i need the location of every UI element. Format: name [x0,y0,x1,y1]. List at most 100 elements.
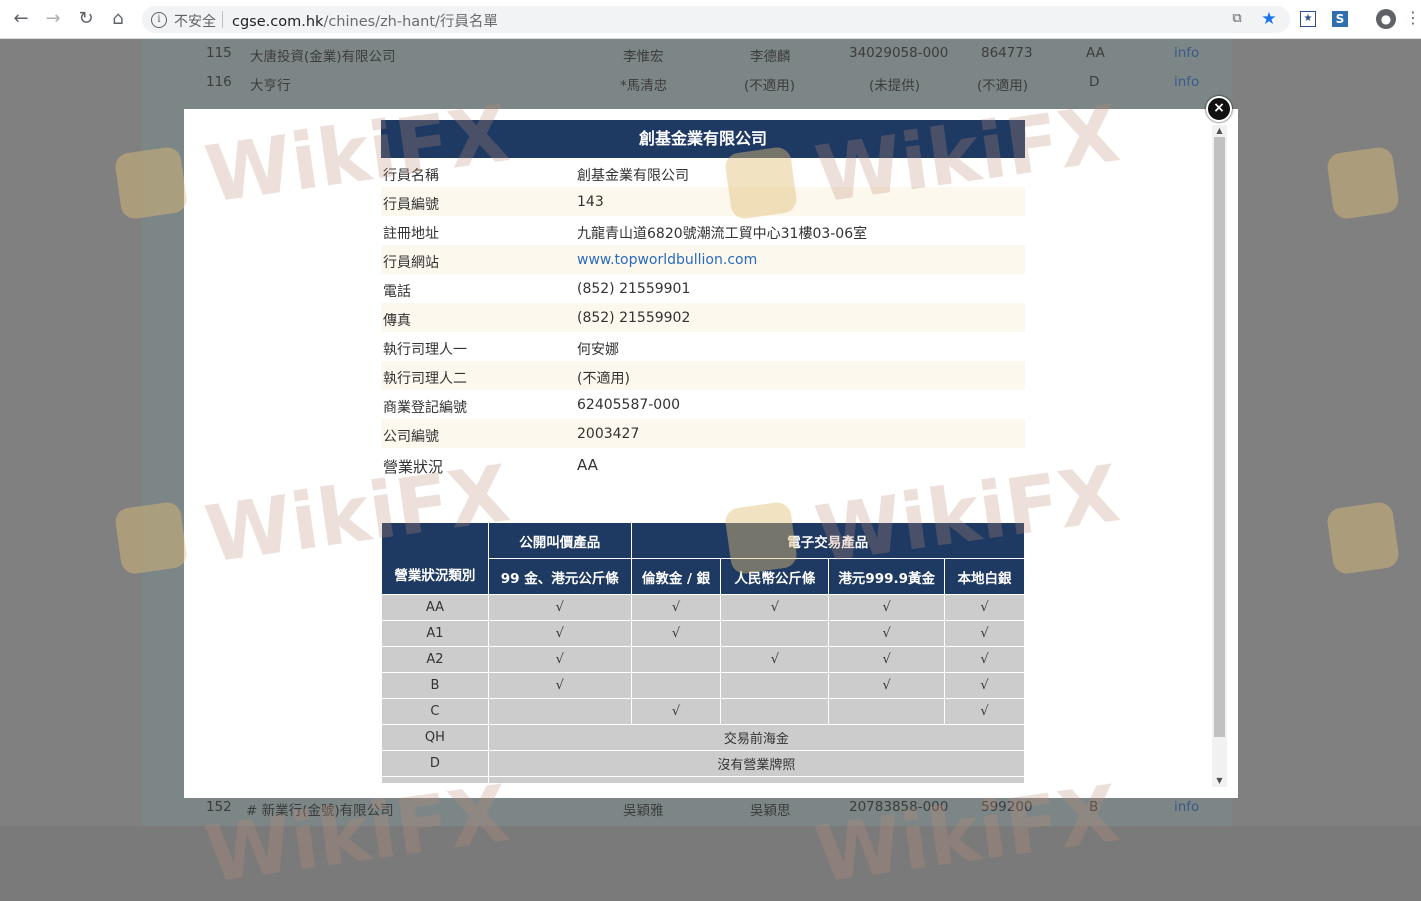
member-name: 大亨行 [250,78,291,94]
info-row: 電話 (852) 21559901 [381,274,1025,303]
table-row: 115 大唐投資(金業)有限公司 李惟宏 李德麟 34029058-000 86… [194,39,1230,67]
info-label: 行員網站 [383,255,439,271]
address-separator [222,11,223,28]
table-row: AA √ √ √ √ √ [381,594,1025,621]
info-link[interactable]: info [1174,799,1199,815]
span-description-cell: 沒有營業牌照 [487,750,1026,777]
info-link[interactable]: info [1174,45,1199,61]
company-no: (不適用) [977,78,1029,94]
info-row: 行員編號 143 [381,187,1025,216]
info-link[interactable]: info [1174,74,1199,90]
scrollbar-thumb[interactable] [1214,137,1225,737]
menu-dots-icon[interactable]: ⋮ [1404,9,1421,27]
extension-s-icon[interactable]: S [1332,11,1348,27]
table-row: B √ √ √ [381,672,1025,699]
address-bar[interactable]: i 不安全 cgse.com.hk/chines/zh-hant/行員名單 ⧉ … [142,6,1290,33]
header-col-rmb-kilo: 人民幣公斤條 [720,558,830,595]
permission-cell [487,698,632,725]
permission-cell [720,698,830,725]
permission-cell [720,620,830,647]
permission-cell: √ [944,620,1025,647]
security-label: 不安全 [174,14,216,30]
category-cell: A2 [381,646,489,673]
member-name: # 新業行(金號)有限公司 [246,803,394,819]
back-icon[interactable]: ← [10,8,32,30]
status: AA [1086,45,1105,61]
scroll-up-arrow-icon[interactable]: ▲ [1212,125,1227,137]
info-label: 執行司理人一 [383,342,467,358]
permission-cell: √ [630,620,722,647]
table-row: 116 大亨行 *馬清忠 (不適用) (未提供) (不適用) D info [194,68,1230,96]
permission-cell: √ [828,620,946,647]
permission-cell [630,646,722,673]
url-domain: cgse.com.hk [232,14,324,30]
info-value: 143 [577,194,604,210]
registration-no: 20783858-000 [849,799,949,815]
info-row: 商業登記編號 62405587-000 [381,390,1025,419]
permission-cell: √ [630,594,722,621]
permission-cell [828,698,946,725]
permission-cell: √ [828,646,946,673]
category-cell: A1 [381,620,489,647]
info-value: 創基金業有限公司 [577,168,689,184]
permission-cell: √ [487,672,632,699]
info-label: 電話 [383,284,411,300]
profile-avatar-icon[interactable]: ● [1376,9,1396,29]
registration-no: (未提供) [869,78,921,94]
permission-cell: √ [944,594,1025,621]
manager-one: 吳穎雅 [623,803,664,819]
extension-star-icon[interactable]: ★ [1300,11,1316,27]
row-number: 115 [206,45,232,61]
member-name: 大唐投資(金業)有限公司 [250,49,396,65]
manager-two: 吳穎思 [750,803,791,819]
permission-cell: √ [944,698,1025,725]
header-col-99-gold: 99 金、港元公斤條 [487,558,632,595]
header-col-local-silver: 本地白銀 [944,558,1025,595]
span-description-cell [487,776,1026,784]
info-row: 公司編號 2003427 [381,419,1025,448]
business-status-table: 營業狀況類別 公開叫價產品 電子交易產品 99 金、港元公斤條 倫敦金 / 銀 … [381,522,1026,784]
info-value: 62405587-000 [577,397,681,413]
site-info-icon[interactable]: i [151,12,167,28]
info-value: (852) 21559901 [577,281,691,297]
permission-cell: √ [630,698,722,725]
modal-title: 創基金業有限公司 [381,120,1025,158]
category-cell: QH [381,724,489,751]
manager-one: 李惟宏 [623,49,664,65]
header-category: 營業狀況類別 [381,522,489,595]
permission-cell [720,672,830,699]
info-value: AA [577,456,598,474]
info-label: 行員編號 [383,197,439,213]
table-row: A1 √ √ √ √ [381,620,1025,647]
forward-icon[interactable]: → [42,8,64,30]
permission-cell: √ [487,646,632,673]
table-row: QH 交易前海金 [381,724,1026,751]
row-number: 152 [206,799,232,815]
table-row: C √ √ [381,698,1025,725]
category-cell: C [381,698,489,725]
close-icon[interactable]: × [1206,96,1232,122]
info-row: 執行司理人一 何安娜 [381,332,1025,361]
url-path: /chines/zh-hant/行員名單 [323,14,498,30]
permission-cell: √ [828,594,946,621]
table-row: D 沒有營業牌照 [381,750,1026,777]
translate-icon[interactable]: ⧉ [1228,10,1246,28]
manager-two: (不適用) [744,78,796,94]
info-row: 傳真 (852) 21559902 [381,303,1025,332]
bookmark-star-icon[interactable]: ★ [1260,10,1278,28]
permission-cell: √ [720,594,830,621]
info-row: 執行司理人二 (不適用) [381,361,1025,390]
row-number: 116 [206,74,232,90]
url-text[interactable]: cgse.com.hk/chines/zh-hant/行員名單 [232,10,498,31]
info-label: 行員名稱 [383,168,439,184]
business-status-body: AA √ √ √ √ √ A1 √ √ √ √ A2 √ √ √ √ B √ √ √ C √ √ QH 交易前海金 D 沒有營業牌照 [381,594,1026,784]
scroll-down-arrow-icon[interactable]: ▼ [1212,775,1227,787]
home-icon[interactable]: ⌂ [107,8,129,30]
modal-scrollbar[interactable]: ▲ ▼ [1212,125,1227,787]
permission-cell: √ [944,646,1025,673]
website-link[interactable]: www.topworldbullion.com [577,252,757,268]
info-row: 註冊地址 九龍青山道6820號潮流工貿中心31樓03-06室 [381,216,1025,245]
manager-one: *馬清忠 [620,78,668,94]
reload-icon[interactable]: ↻ [75,8,97,30]
info-value: 九龍青山道6820號潮流工貿中心31樓03-06室 [577,226,868,242]
